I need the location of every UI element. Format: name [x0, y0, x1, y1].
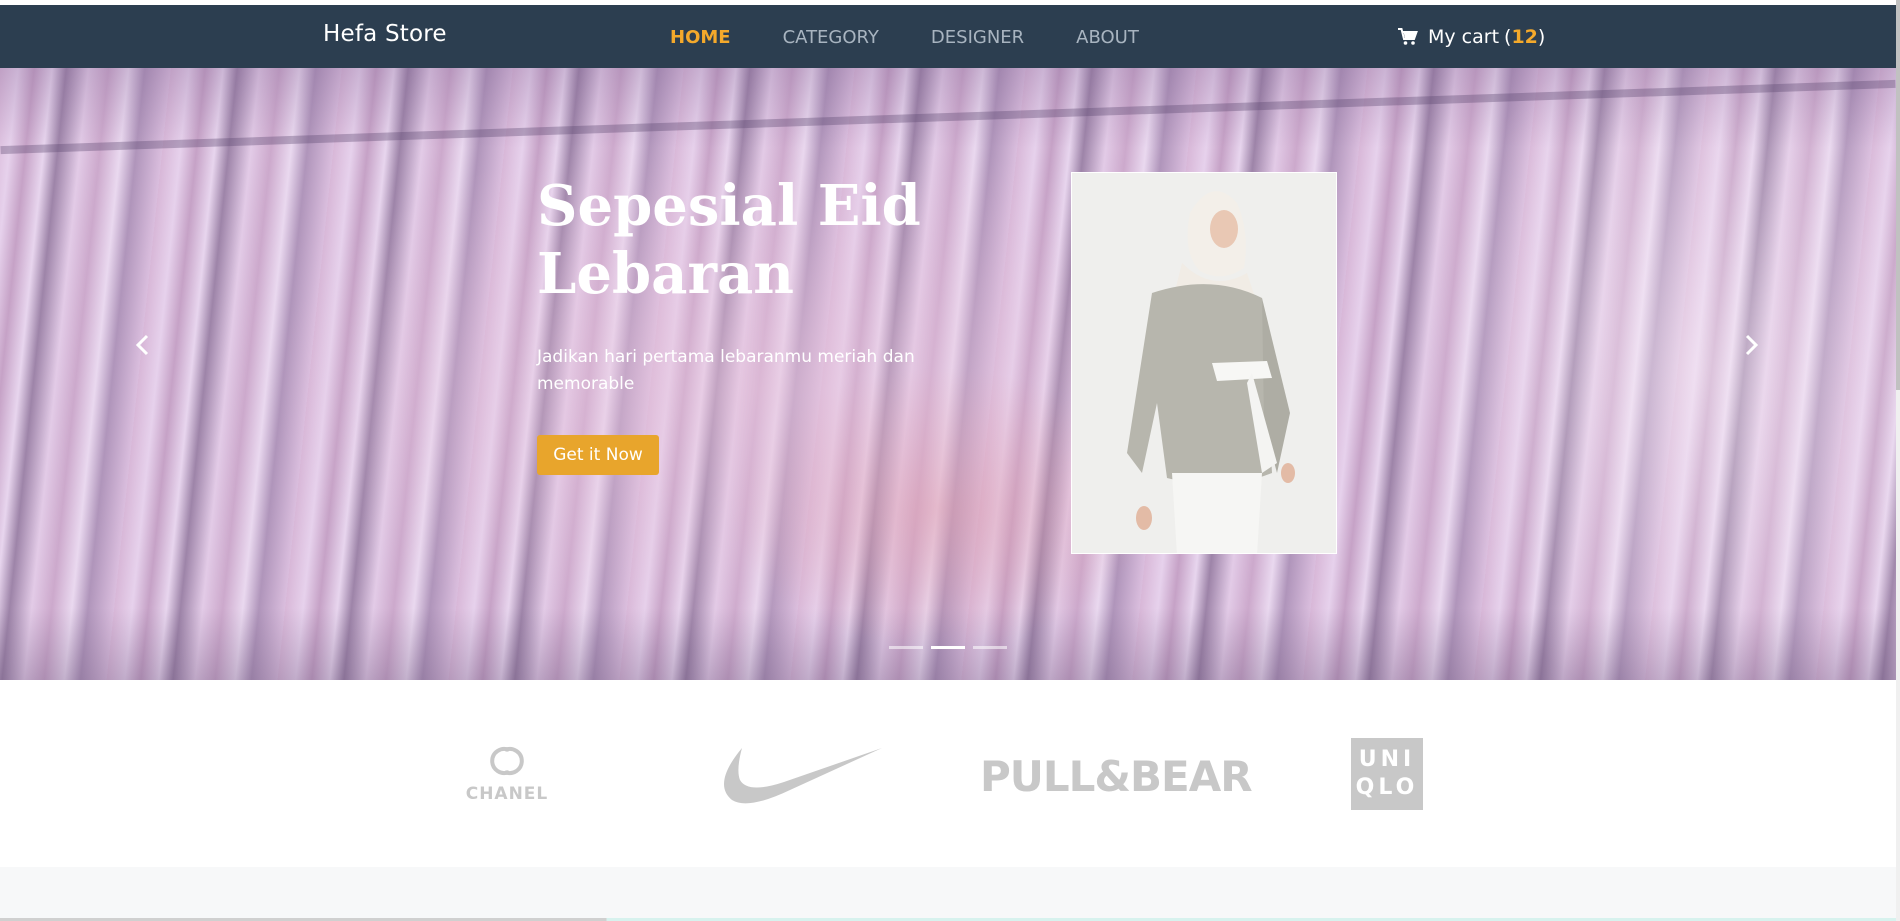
get-it-now-button[interactable]: Get it Now [537, 435, 659, 475]
carousel-indicator-1[interactable] [889, 646, 923, 649]
brand-logo-pull-and-bear[interactable]: PULL&BEAR [980, 752, 1253, 801]
hanger-rail-decoration [0, 79, 1896, 155]
carousel-indicator-3[interactable] [973, 646, 1007, 649]
hero-product-photo [1071, 172, 1337, 554]
nav-link-category[interactable]: CATEGORY [783, 27, 879, 48]
chevron-right-icon [1745, 334, 1759, 356]
nav-link-home[interactable]: HOME [670, 27, 731, 48]
hero-subtitle: Jadikan hari pertama lebaranmu meriah da… [537, 347, 915, 394]
brand-logo-chanel[interactable]: CHANEL [465, 744, 549, 804]
brand-logo-text[interactable]: Hefa Store [323, 21, 447, 47]
carousel-indicator-2[interactable] [931, 646, 965, 649]
cart-link[interactable]: My cart (12) [1398, 26, 1545, 48]
scrollbar-thumb[interactable] [1896, 0, 1900, 390]
brand-logos-section: CHANEL PULL&BEAR UNI QLO [0, 680, 1896, 867]
chanel-wordmark: CHANEL [465, 784, 549, 804]
uniqlo-line-1: UNI [1358, 747, 1416, 772]
hero-title: Sepesial Eid Lebaran [537, 173, 921, 307]
nav-link-designer[interactable]: DESIGNER [931, 27, 1024, 48]
nav-link-about[interactable]: ABOUT [1076, 27, 1139, 48]
carousel-prev-arrow[interactable] [127, 330, 157, 360]
nike-swoosh-icon [724, 748, 882, 804]
hero-carousel: Sepesial Eid Lebaran Jadikan hari pertam… [0, 68, 1896, 680]
model-illustration [1072, 173, 1336, 553]
cart-label: My cart [1428, 26, 1500, 48]
carousel-next-arrow[interactable] [1737, 330, 1767, 360]
nav-links: HOME CATEGORY DESIGNER ABOUT [670, 27, 1191, 48]
chanel-cc-icon [490, 747, 524, 775]
cart-open-paren: ( [1504, 26, 1512, 48]
brand-logo-nike[interactable] [720, 744, 882, 806]
cart-icon [1398, 28, 1418, 45]
carousel-indicators [889, 646, 1007, 649]
chevron-left-icon [135, 334, 149, 356]
navbar: Hefa Store HOME CATEGORY DESIGNER ABOUT … [0, 5, 1896, 68]
brand-logo-uniqlo[interactable]: UNI QLO [1351, 738, 1423, 810]
cart-count-badge: 12 [1511, 26, 1538, 48]
next-section-band [0, 867, 1896, 921]
cart-close-paren: ) [1537, 26, 1546, 48]
uniqlo-line-2: QLO [1355, 775, 1419, 800]
page-scrollbar[interactable] [1896, 0, 1900, 921]
